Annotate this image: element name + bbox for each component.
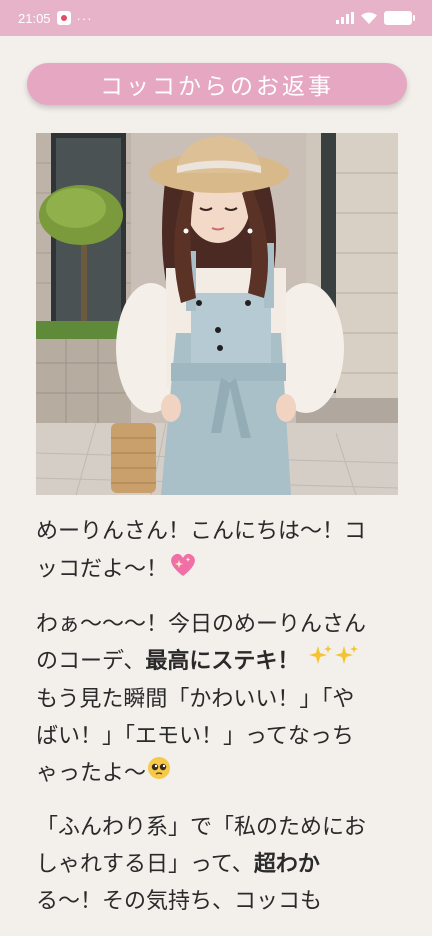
sparkle-heart-icon [168, 550, 198, 590]
outfit-photo [36, 133, 398, 495]
status-left: 21:05 ··· [18, 11, 93, 26]
message-text: ッコだよ〜！ [36, 557, 169, 582]
status-bar: 21:05 ··· [0, 0, 432, 36]
signal-icon [336, 12, 354, 24]
message-text: る〜！その気持ち、コッコも [36, 889, 323, 914]
status-more: ··· [76, 10, 93, 26]
wifi-icon [361, 11, 377, 24]
page-title: コッコからのお返事 [27, 63, 407, 105]
message-text: めーりんさん！こんにちは〜！コ [36, 519, 367, 544]
sparkles-icon [306, 643, 362, 681]
message-text: 「ふんわり系」で「私のためにお [36, 815, 367, 840]
message-text: のコーデ、 [36, 649, 146, 674]
message-paragraph-3: 「ふんわり系」で「私のためにお しゃれする日」って、超わか る〜！その気持ち、コ… [36, 809, 398, 920]
battery-icon [384, 11, 415, 25]
message-text: わぁ〜〜〜！今日のめーりんさん [36, 612, 367, 637]
message-emphasis: 超わか [253, 852, 320, 877]
app-notification-icon [56, 11, 71, 25]
message-text: しゃれする日」って、 [36, 852, 254, 877]
message-text: ばい！」「エモい！」ってなっち [36, 724, 354, 749]
pleading-face-icon [146, 755, 172, 793]
message-paragraph-1: めーりんさん！こんにちは〜！コ ッコだよ〜！ [36, 513, 398, 590]
status-time: 21:05 [18, 10, 51, 26]
message-paragraph-2: わぁ〜〜〜！今日のめーりんさん のコーデ、最高にステキ！ もう見た瞬間「かわいい… [36, 606, 398, 793]
message-emphasis: 最高にステキ！ [145, 649, 300, 674]
message-body: めーりんさん！こんにちは〜！コ ッコだよ〜！ わぁ〜〜〜！今日のめーりんさん の… [36, 513, 398, 936]
status-right [336, 11, 415, 25]
message-text: もう見た瞬間「かわいい！」「や [36, 687, 355, 712]
message-text: ゃったよ〜 [36, 761, 147, 786]
